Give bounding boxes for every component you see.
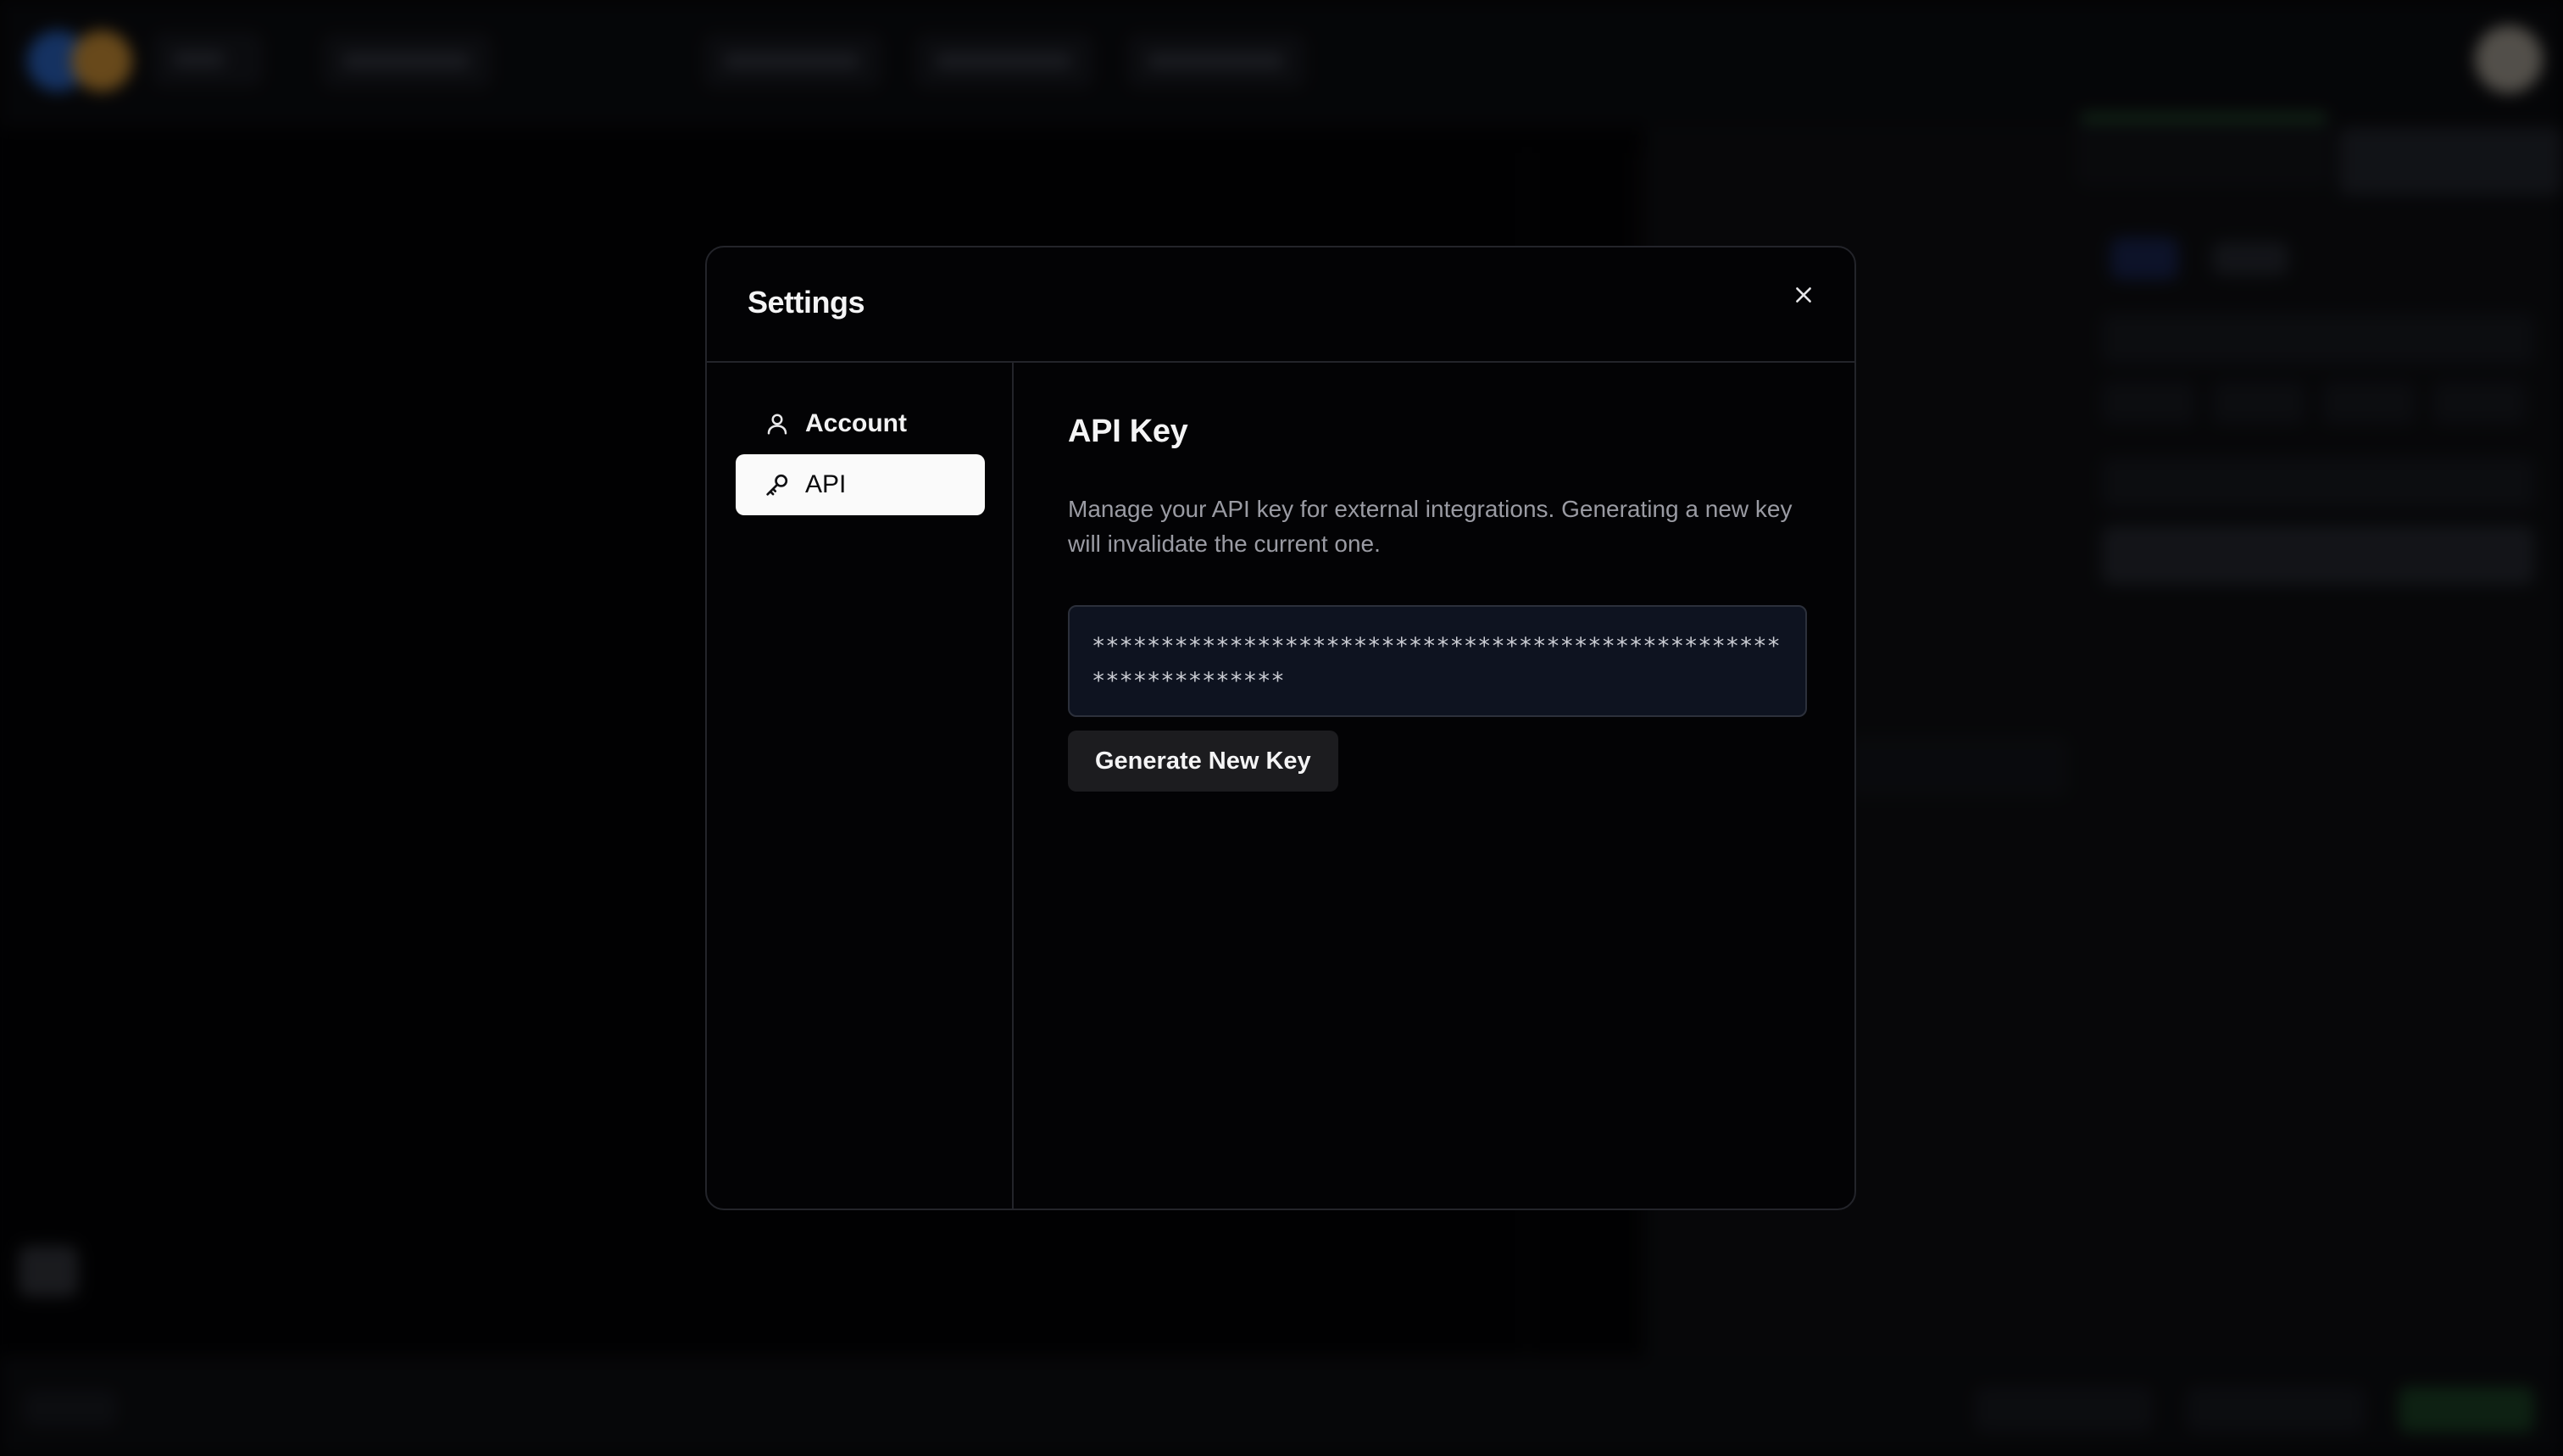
- settings-content: API Key Manage your API key for external…: [1014, 363, 1854, 1209]
- dialog-header: Settings: [707, 247, 1854, 363]
- settings-dialog: Settings Account API API Key Manage your…: [705, 246, 1856, 1210]
- dialog-title: Settings: [748, 285, 865, 320]
- settings-sidebar: Account API: [707, 363, 1014, 1209]
- close-button[interactable]: [1782, 273, 1826, 317]
- sidebar-item-label: API: [805, 470, 847, 498]
- section-description: Manage your API key for external integra…: [1068, 496, 1793, 557]
- key-icon: [763, 470, 792, 499]
- sidebar-item-label: Account: [805, 409, 907, 437]
- generate-new-key-button[interactable]: Generate New Key: [1068, 731, 1338, 792]
- close-icon: [1796, 287, 1811, 303]
- section-title: API Key: [1068, 414, 1188, 449]
- app-screen: Settings Account API API Key Manage your…: [0, 0, 2563, 1456]
- user-icon: [763, 409, 792, 438]
- api-key-field[interactable]: ****************************************…: [1068, 605, 1807, 717]
- sidebar-item-api[interactable]: API: [736, 454, 985, 515]
- sidebar-item-account[interactable]: Account: [736, 393, 985, 454]
